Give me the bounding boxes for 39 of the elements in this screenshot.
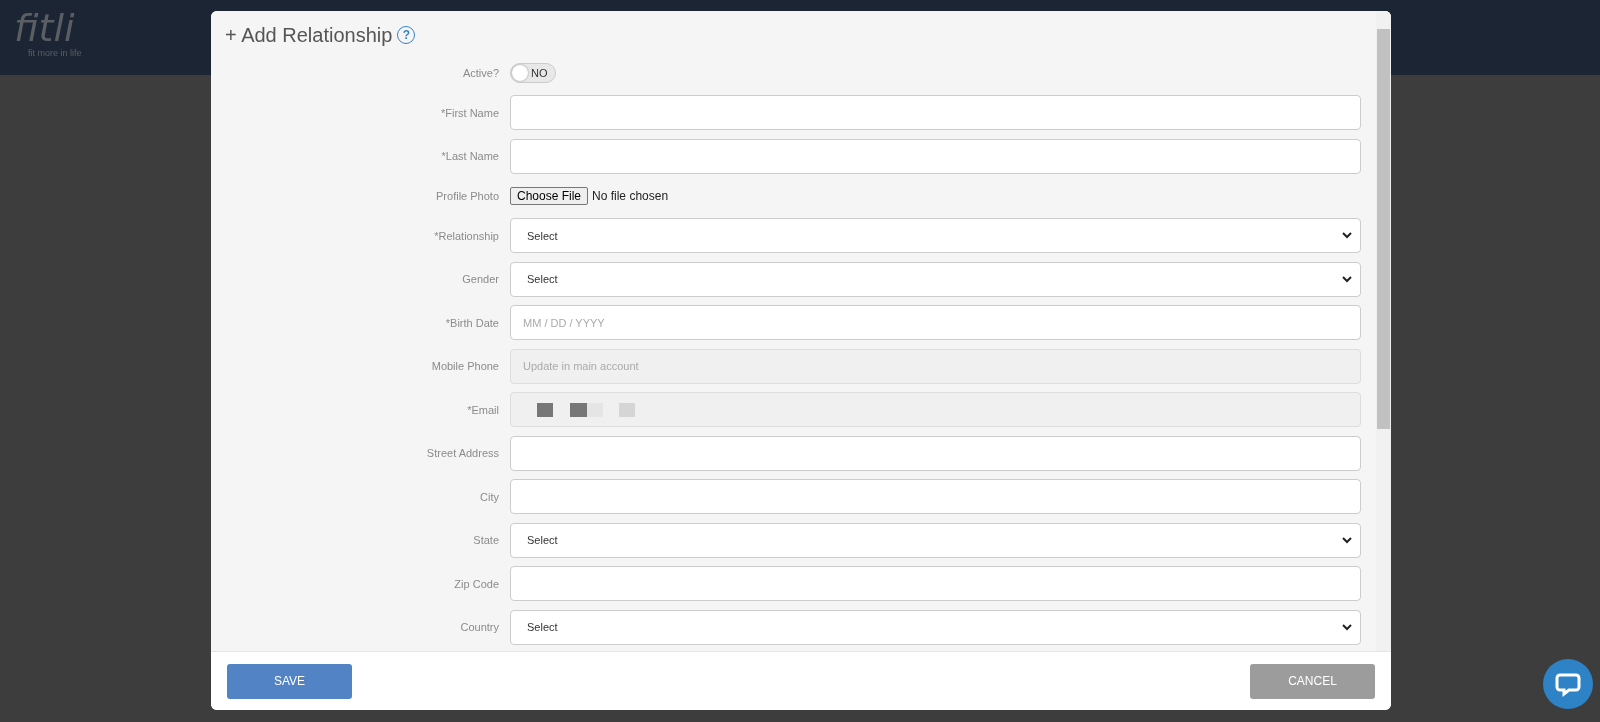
field-label: Country [459,621,500,634]
save-button[interactable]: SAVE [227,663,352,699]
modal-title: + Add Relationship [225,23,393,47]
field-label: *First Name [439,106,500,119]
field-label: Gender [461,273,500,286]
scrollbar[interactable] [1376,11,1391,651]
file-status: No file chosen [592,189,669,203]
chat-button[interactable] [1543,659,1593,709]
field-label: City [479,490,500,503]
input-field[interactable] [510,95,1361,131]
chevron-down-icon [1342,536,1352,544]
field-label: Mobile Phone [430,360,500,373]
field-label: Zip Code [453,577,500,590]
select-dropdown[interactable]: Select [510,218,1361,254]
redaction-block [619,402,635,417]
field-label: *Email [466,403,500,416]
field-label: State [472,534,500,547]
choose-file-button[interactable]: Choose File [510,187,589,205]
field-label: Profile Photo [435,190,500,202]
logo-text: fitli [14,8,75,48]
field-label: *Relationship [433,229,500,242]
field-label: *Birth Date [444,316,500,329]
input-field[interactable] [510,479,1361,515]
chevron-down-icon [1342,232,1352,240]
input-field[interactable]: MM / DD / YYYY [510,305,1361,341]
field-label: Street Address [425,447,500,460]
select-dropdown[interactable]: Select [510,261,1361,297]
redaction-block [537,402,553,417]
redaction-block [570,402,603,417]
toggle-switch[interactable]: NO [510,63,556,83]
input-field[interactable] [510,138,1361,174]
field-label: Active? [461,67,500,79]
chevron-down-icon [1342,275,1352,283]
input-field[interactable] [510,566,1361,602]
field-label: *Last Name [440,150,500,163]
select-dropdown[interactable]: Select [510,522,1361,558]
input-field[interactable] [510,435,1361,471]
chevron-down-icon [1342,623,1352,631]
select-dropdown[interactable]: Select [510,609,1361,645]
